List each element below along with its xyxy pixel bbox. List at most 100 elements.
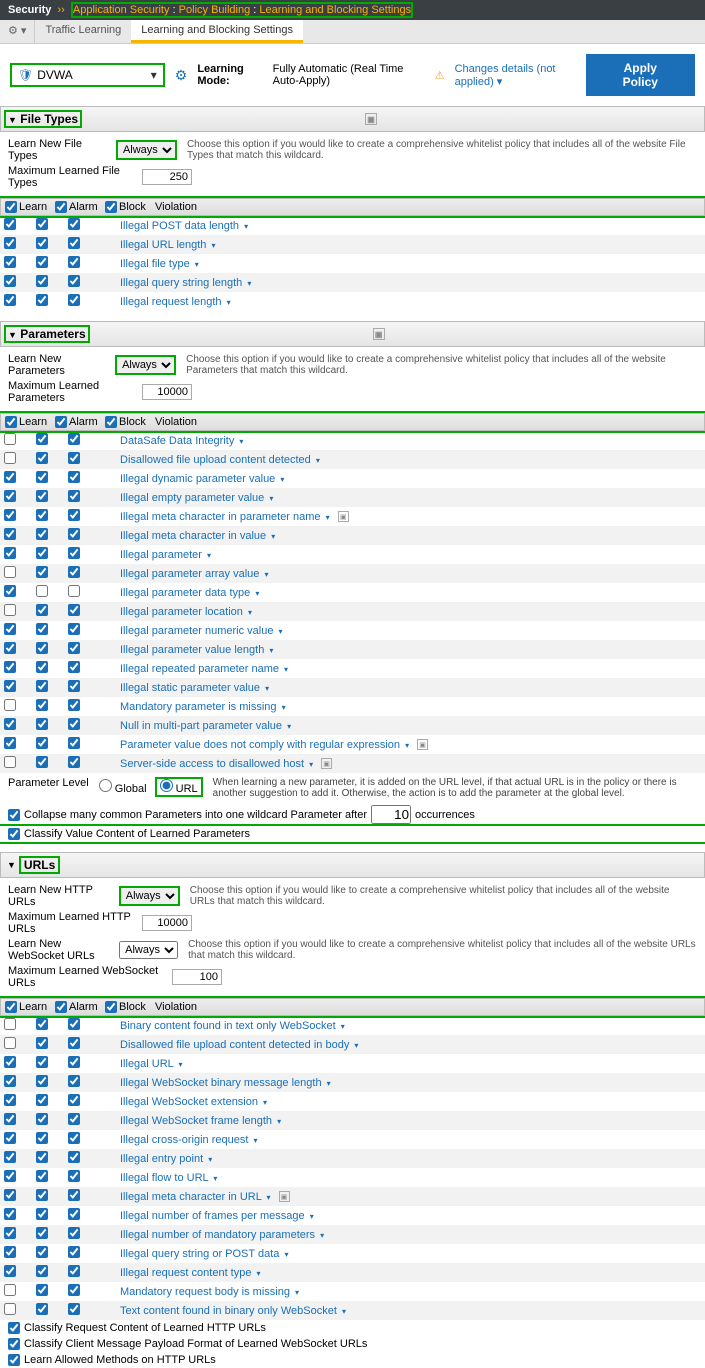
learn-checkbox[interactable] (4, 585, 16, 597)
block-checkbox[interactable] (68, 718, 80, 730)
learn-checkbox[interactable] (4, 1208, 16, 1220)
block-checkbox[interactable] (68, 623, 80, 635)
alarm-checkbox[interactable] (36, 737, 48, 749)
violation-name-link[interactable]: Illegal static parameter value ▾ (120, 682, 269, 694)
learn-checkbox[interactable] (4, 1151, 16, 1163)
alarm-checkbox[interactable] (36, 1113, 48, 1125)
alarm-checkbox[interactable] (36, 1246, 48, 1258)
alarm-checkbox[interactable] (36, 604, 48, 616)
learn-checkbox[interactable] (4, 294, 16, 306)
max-filetypes-input[interactable] (142, 169, 192, 185)
learn-parameters-select[interactable]: Always (115, 355, 176, 375)
apply-policy-button[interactable]: Apply Policy (586, 54, 695, 96)
violation-name-link[interactable]: Server-side access to disallowed host ▾ (120, 758, 313, 770)
alarm-checkbox[interactable] (36, 490, 48, 502)
learn-checkbox[interactable] (4, 1094, 16, 1106)
block-checkbox[interactable] (68, 1113, 80, 1125)
block-checkbox[interactable] (68, 275, 80, 287)
alarm-checkbox[interactable] (36, 1075, 48, 1087)
violation-name-link[interactable]: Illegal meta character in value ▾ (120, 530, 275, 542)
alarm-checkbox[interactable] (36, 1208, 48, 1220)
alarm-checkbox[interactable] (36, 1170, 48, 1182)
block-checkbox[interactable] (68, 256, 80, 268)
violation-name-link[interactable]: Illegal URL length ▾ (120, 239, 216, 251)
learn-checkbox[interactable] (4, 471, 16, 483)
filetypes-learn-all[interactable] (5, 201, 17, 213)
learn-checkbox[interactable] (4, 275, 16, 287)
learn-checkbox[interactable] (4, 1265, 16, 1277)
violation-name-link[interactable]: Illegal POST data length ▾ (120, 220, 248, 232)
learn-checkbox[interactable] (4, 566, 16, 578)
learn-checkbox[interactable] (4, 718, 16, 730)
learn-checkbox[interactable] (4, 1056, 16, 1068)
learn-checkbox[interactable] (4, 509, 16, 521)
learn-filetypes-select[interactable]: Always (116, 140, 177, 160)
alarm-checkbox[interactable] (36, 433, 48, 445)
alarm-checkbox[interactable] (36, 699, 48, 711)
violation-name-link[interactable]: Mandatory parameter is missing ▾ (120, 701, 286, 713)
block-checkbox[interactable] (68, 471, 80, 483)
parameters-alarm-all[interactable] (55, 416, 67, 428)
block-checkbox[interactable] (68, 218, 80, 230)
learn-checkbox[interactable] (4, 623, 16, 635)
alarm-checkbox[interactable] (36, 452, 48, 464)
learn-checkbox[interactable] (4, 1189, 16, 1201)
alarm-checkbox[interactable] (36, 661, 48, 673)
block-checkbox[interactable] (68, 737, 80, 749)
alarm-checkbox[interactable] (36, 1037, 48, 1049)
expand-icon[interactable]: ▣ (417, 739, 428, 750)
block-checkbox[interactable] (68, 547, 80, 559)
policy-selector[interactable]: 🛡 DVWA ▾ (10, 63, 165, 87)
urls-learn-all[interactable] (5, 1001, 17, 1013)
learn-checkbox[interactable] (4, 1075, 16, 1087)
expand-icon[interactable]: ▣ (279, 1191, 290, 1202)
block-checkbox[interactable] (68, 642, 80, 654)
alarm-checkbox[interactable] (36, 1265, 48, 1277)
block-checkbox[interactable] (68, 509, 80, 521)
alarm-checkbox[interactable] (36, 585, 48, 597)
learn-checkbox[interactable] (4, 237, 16, 249)
block-checkbox[interactable] (68, 1170, 80, 1182)
block-checkbox[interactable] (68, 433, 80, 445)
max-parameters-input[interactable] (142, 384, 192, 400)
block-checkbox[interactable] (68, 237, 80, 249)
block-checkbox[interactable] (68, 528, 80, 540)
violation-name-link[interactable]: Illegal parameter ▾ (120, 549, 211, 561)
alarm-checkbox[interactable] (36, 1227, 48, 1239)
learn-checkbox[interactable] (4, 756, 16, 768)
learn-checkbox[interactable] (4, 1246, 16, 1258)
learn-checkbox[interactable] (4, 604, 16, 616)
violation-name-link[interactable]: Illegal number of mandatory parameters ▾ (120, 1229, 324, 1241)
block-checkbox[interactable] (68, 604, 80, 616)
block-checkbox[interactable] (68, 1151, 80, 1163)
violation-name-link[interactable]: Illegal file type ▾ (120, 258, 199, 270)
block-checkbox[interactable] (68, 1075, 80, 1087)
learn-checkbox[interactable] (4, 1037, 16, 1049)
block-checkbox[interactable] (68, 566, 80, 578)
block-checkbox[interactable] (68, 1018, 80, 1030)
learn-checkbox[interactable] (4, 642, 16, 654)
gear-icon[interactable]: ⚙ (175, 67, 188, 84)
alarm-checkbox[interactable] (36, 718, 48, 730)
learn-checkbox[interactable] (4, 1303, 16, 1315)
block-checkbox[interactable] (68, 1303, 80, 1315)
block-checkbox[interactable] (68, 1227, 80, 1239)
block-checkbox[interactable] (68, 1056, 80, 1068)
filetypes-block-all[interactable] (105, 201, 117, 213)
learn-http-urls-select[interactable]: Always (119, 886, 180, 906)
violation-name-link[interactable]: Illegal parameter array value ▾ (120, 568, 268, 580)
violation-name-link[interactable]: Illegal empty parameter value ▾ (120, 492, 273, 504)
block-checkbox[interactable] (68, 756, 80, 768)
violation-name-link[interactable]: Illegal WebSocket extension ▾ (120, 1096, 267, 1108)
violation-name-link[interactable]: Illegal flow to URL ▾ (120, 1172, 217, 1184)
tab-learning-blocking[interactable]: Learning and Blocking Settings (131, 20, 303, 43)
violation-name-link[interactable]: Illegal parameter value length ▾ (120, 644, 273, 656)
learn-checkbox[interactable] (4, 452, 16, 464)
violation-name-link[interactable]: Disallowed file upload content detected … (120, 1039, 358, 1051)
alarm-checkbox[interactable] (36, 642, 48, 654)
alarm-checkbox[interactable] (36, 1056, 48, 1068)
block-checkbox[interactable] (68, 1246, 80, 1258)
violation-name-link[interactable]: Illegal meta character in parameter name… (120, 511, 330, 523)
violation-name-link[interactable]: Illegal repeated parameter name ▾ (120, 663, 288, 675)
alarm-checkbox[interactable] (36, 680, 48, 692)
